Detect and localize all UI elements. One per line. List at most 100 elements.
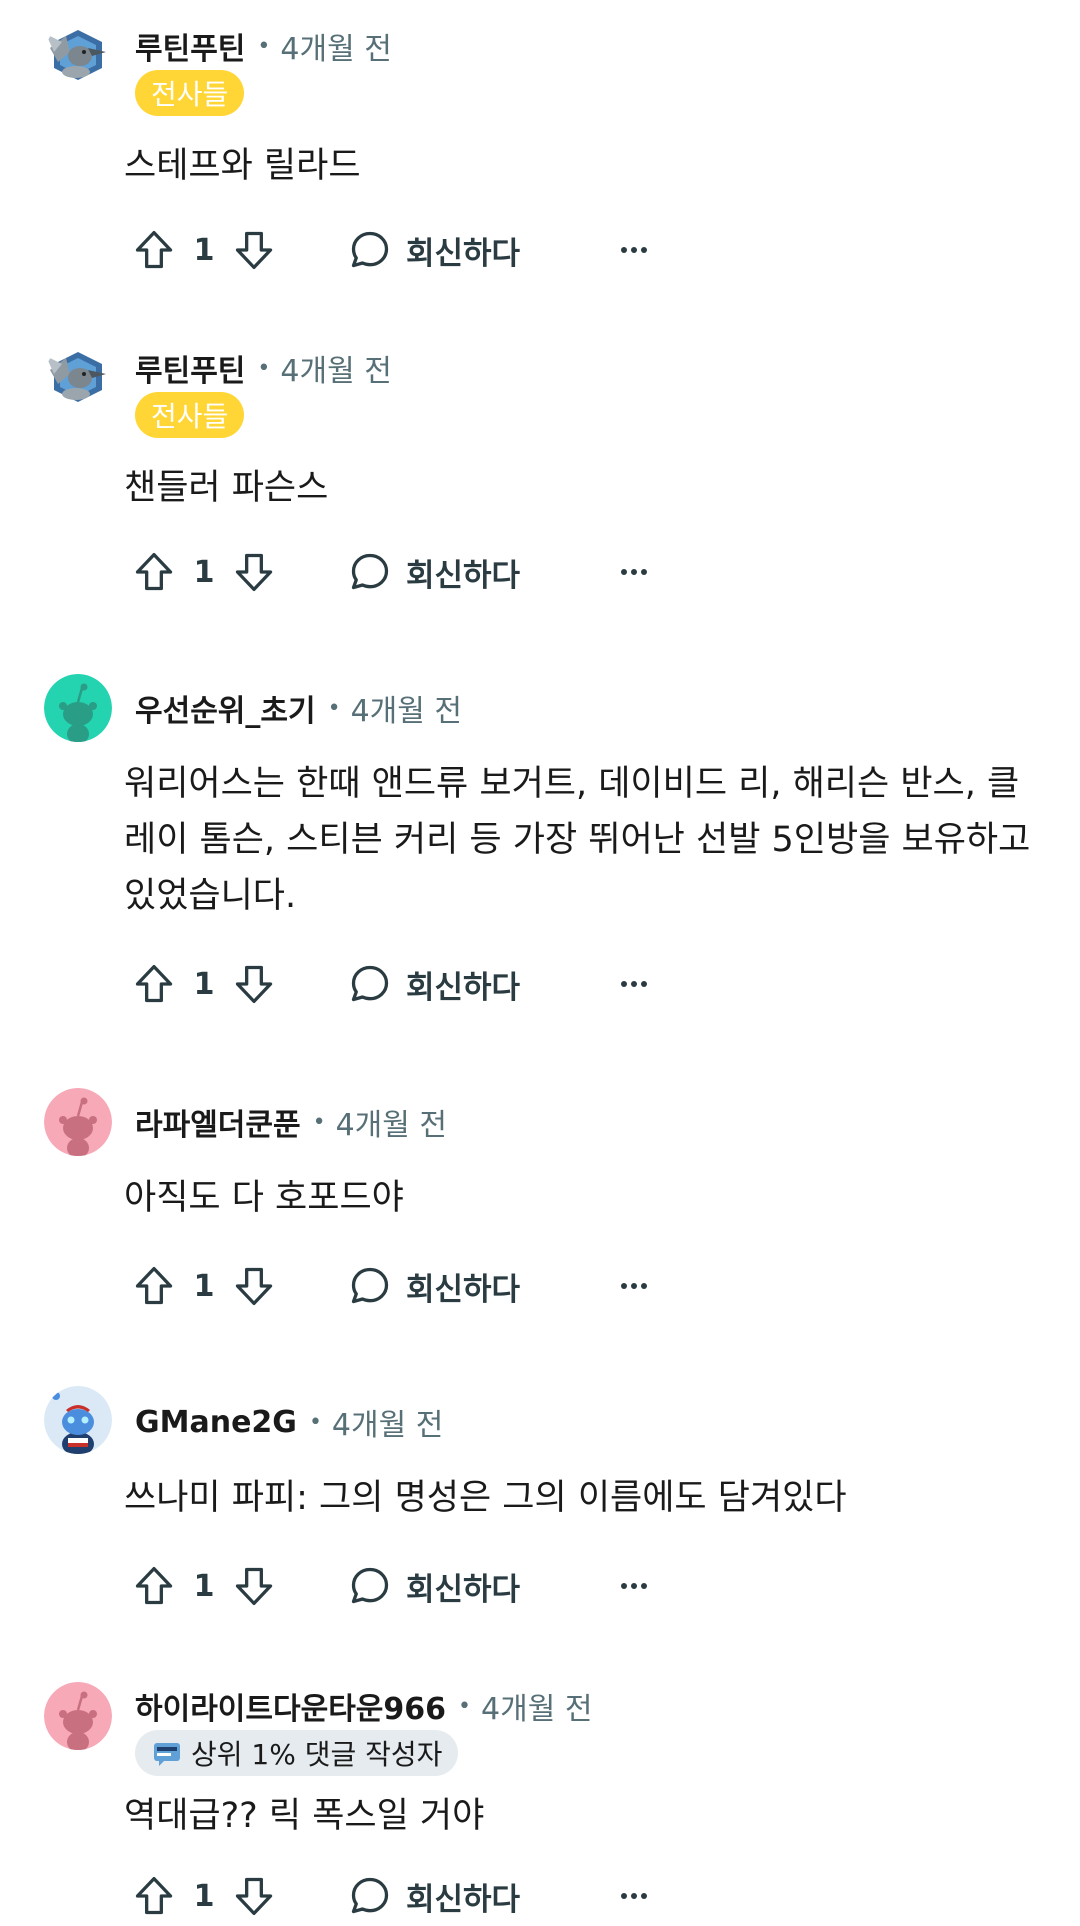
upvote-button[interactable] (130, 1866, 178, 1926)
comment-bubble-icon (348, 1564, 392, 1608)
vote-score: 1 (193, 966, 215, 1002)
timestamp: 4개월 전 (331, 1408, 444, 1443)
comment-actions: 1 회신하다 (130, 1556, 690, 1616)
separator-dot: • (327, 695, 341, 721)
timestamp: 4개월 전 (335, 1108, 448, 1143)
avatar[interactable] (44, 22, 112, 90)
downvote-button[interactable] (230, 542, 278, 602)
upvote-icon (132, 962, 176, 1006)
user-flair: 상위 1% 댓글 작성자 (135, 1730, 459, 1776)
timestamp: 4개월 전 (280, 32, 392, 67)
downvote-button[interactable] (230, 220, 278, 280)
more-options-button[interactable] (610, 954, 658, 1014)
comment-meta: 라파엘더쿤푼 • 4개월 전 (135, 1100, 447, 1144)
reply-button[interactable]: 회신하다 (348, 1556, 520, 1616)
vote-score: 1 (193, 1268, 215, 1304)
separator-dot: • (312, 1109, 326, 1135)
comment-body: 역대급?? 릭 폭스일 거야 (124, 1796, 485, 1836)
comment-actions: 1 회신하다 (130, 1866, 690, 1926)
separator-dot: • (257, 33, 271, 59)
more-options-icon (614, 1266, 654, 1306)
snoo-blue-avatar-icon (44, 1386, 112, 1454)
comment-meta: 루틴푸틴 • 4개월 전 (135, 346, 392, 390)
comment-bubble-icon (348, 1264, 392, 1308)
reply-label: 회신하다 (406, 235, 521, 272)
avatar[interactable] (44, 1386, 112, 1454)
vote-score: 1 (193, 554, 215, 590)
vote-score: 1 (193, 232, 215, 268)
user-flair: 전사들 (135, 392, 245, 438)
comment-actions: 1 회신하다 (130, 220, 690, 280)
upvote-button[interactable] (130, 954, 178, 1014)
timestamp: 4개월 전 (350, 694, 463, 729)
upvote-button[interactable] (130, 220, 178, 280)
more-options-button[interactable] (610, 1556, 658, 1616)
more-options-icon (614, 1566, 654, 1606)
comment-actions: 1 회신하다 (130, 542, 690, 602)
username[interactable]: 우선순위_초기 (135, 686, 316, 730)
comment-body: 아직도 다 호포드야 (124, 1178, 404, 1218)
more-options-icon (614, 964, 654, 1004)
downvote-button[interactable] (230, 1256, 278, 1316)
flair-label: 상위 1% 댓글 작성자 (191, 1738, 443, 1771)
downvote-icon (232, 962, 276, 1006)
more-options-button[interactable] (610, 542, 658, 602)
more-options-icon (614, 1876, 654, 1916)
username[interactable]: 라파엘더쿤푼 (135, 1100, 301, 1144)
comment-bubble-icon (348, 1874, 392, 1918)
upvote-icon (132, 1564, 176, 1608)
vote-score: 1 (193, 1568, 215, 1604)
comment-body: 워리어스는 한때 앤드류 보거트, 데이비드 리, 해리슨 반스, 클레이 톰슨… (124, 764, 1031, 916)
avatar[interactable] (44, 1682, 112, 1750)
reply-button[interactable]: 회신하다 (348, 542, 520, 602)
comment-bubble-icon (348, 228, 392, 272)
comment-body: 스테프와 릴라드 (124, 146, 361, 186)
vote-score: 1 (193, 1878, 215, 1914)
top-commenter-icon (151, 1737, 183, 1769)
comment-actions: 1 회신하다 (130, 1256, 690, 1316)
reply-label: 회신하다 (406, 557, 521, 594)
downvote-icon (232, 1564, 276, 1608)
reply-button[interactable]: 회신하다 (348, 1866, 520, 1926)
comment-bubble-icon (348, 550, 392, 594)
comment-body: 쓰나미 파피: 그의 명성은 그의 이름에도 담겨있다 (124, 1478, 847, 1518)
snoo-pink-avatar-icon (44, 1682, 112, 1750)
upvote-button[interactable] (130, 542, 178, 602)
separator-dot: • (458, 1693, 472, 1719)
upvote-button[interactable] (130, 1556, 178, 1616)
username[interactable]: 루틴푸틴 (135, 24, 245, 68)
more-options-button[interactable] (610, 220, 658, 280)
upvote-icon (132, 228, 176, 272)
comment-body: 챈들러 파슨스 (124, 468, 329, 508)
separator-dot: • (308, 1409, 322, 1435)
downvote-button[interactable] (230, 1866, 278, 1926)
reply-button[interactable]: 회신하다 (348, 1256, 520, 1316)
reply-label: 회신하다 (406, 1271, 521, 1308)
comment-actions: 1 회신하다 (130, 954, 690, 1014)
comment-meta: GMane2G • 4개월 전 (135, 1400, 443, 1444)
reply-button[interactable]: 회신하다 (348, 954, 520, 1014)
separator-dot: • (257, 355, 271, 381)
upvote-icon (132, 1264, 176, 1308)
user-flair: 전사들 (135, 70, 245, 116)
reply-label: 회신하다 (406, 1881, 521, 1918)
username[interactable]: GMane2G (135, 1405, 297, 1440)
username[interactable]: 루틴푸틴 (135, 346, 245, 390)
avatar[interactable] (44, 1088, 112, 1156)
downvote-button[interactable] (230, 1556, 278, 1616)
timestamp: 4개월 전 (481, 1692, 593, 1727)
username[interactable]: 하이라이트다운타운966 (135, 1684, 446, 1728)
upvote-button[interactable] (130, 1256, 178, 1316)
comment-meta: 루틴푸틴 • 4개월 전 (135, 24, 392, 68)
more-options-button[interactable] (610, 1866, 658, 1926)
upvote-icon (132, 1874, 176, 1918)
timestamp: 4개월 전 (280, 354, 392, 389)
downvote-button[interactable] (230, 954, 278, 1014)
reply-button[interactable]: 회신하다 (348, 220, 520, 280)
warrior-bird-avatar-icon (44, 344, 112, 412)
more-options-button[interactable] (610, 1256, 658, 1316)
avatar[interactable] (44, 674, 112, 742)
comment-meta: 우선순위_초기 • 4개월 전 (135, 686, 462, 730)
avatar[interactable] (44, 344, 112, 412)
upvote-icon (132, 550, 176, 594)
